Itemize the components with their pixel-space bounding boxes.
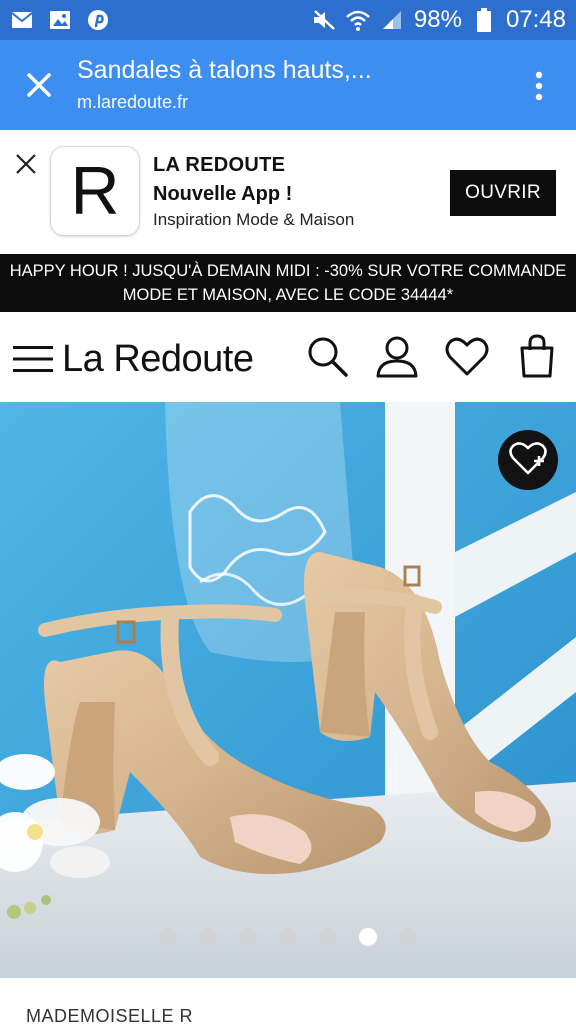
email-icon	[10, 8, 34, 32]
mute-icon	[312, 8, 336, 32]
wifi-icon	[346, 8, 370, 32]
promo-line-2: MODE ET MAISON, AVEC LE CODE 34444*	[122, 286, 454, 304]
app-install-banner: R LA REDOUTE Nouvelle App ! Inspiration …	[0, 130, 576, 254]
image-icon	[48, 8, 72, 32]
product-image	[0, 402, 576, 978]
app-subtitle: Nouvelle App !	[153, 183, 293, 205]
menu-icon[interactable]	[13, 346, 53, 372]
account-icon[interactable]	[375, 334, 419, 378]
battery-icon	[472, 8, 496, 32]
carousel-dot[interactable]	[319, 928, 337, 946]
carousel-dot[interactable]	[279, 928, 297, 946]
battery-percent: 98%	[413, 6, 462, 33]
browser-toolbar: Sandales à talons hauts,... m.laredoute.…	[0, 40, 576, 130]
carousel-dot[interactable]	[399, 928, 417, 946]
pinterest-icon	[86, 8, 110, 32]
site-logo[interactable]: La Redoute	[62, 338, 254, 381]
carousel-dot[interactable]	[359, 928, 377, 946]
carousel-dot[interactable]	[239, 928, 257, 946]
dismiss-banner-icon[interactable]	[14, 152, 38, 176]
overflow-menu-icon[interactable]	[528, 70, 550, 102]
promo-line-1: HAPPY HOUR ! JUSQU'À DEMAIN MIDI : -30% …	[9, 262, 567, 280]
page-title: Sandales à talons hauts,...	[77, 56, 372, 84]
bag-icon[interactable]	[515, 334, 559, 378]
carousel-dots	[0, 928, 576, 946]
promo-banner[interactable]: HAPPY HOUR ! JUSQU'À DEMAIN MIDI : -30% …	[0, 254, 576, 312]
site-header: La Redoute	[0, 312, 576, 403]
page-url: m.laredoute.fr	[77, 92, 189, 112]
product-carousel[interactable]	[0, 402, 576, 978]
carousel-dot[interactable]	[199, 928, 217, 946]
status-bar: 98% 07:48	[0, 0, 576, 40]
heart-plus-icon	[508, 440, 548, 481]
signal-icon	[380, 8, 404, 32]
close-tab-icon[interactable]	[20, 66, 58, 104]
app-name: LA REDOUTE	[153, 154, 286, 176]
add-to-wishlist-button[interactable]	[498, 430, 558, 490]
carousel-dot[interactable]	[159, 928, 177, 946]
wishlist-icon[interactable]	[445, 334, 489, 378]
open-app-button[interactable]: OUVRIR	[450, 170, 556, 216]
clock: 07:48	[505, 6, 566, 33]
app-description: Inspiration Mode & Maison	[153, 210, 355, 229]
app-logo: R	[50, 146, 140, 236]
search-icon[interactable]	[305, 334, 349, 378]
